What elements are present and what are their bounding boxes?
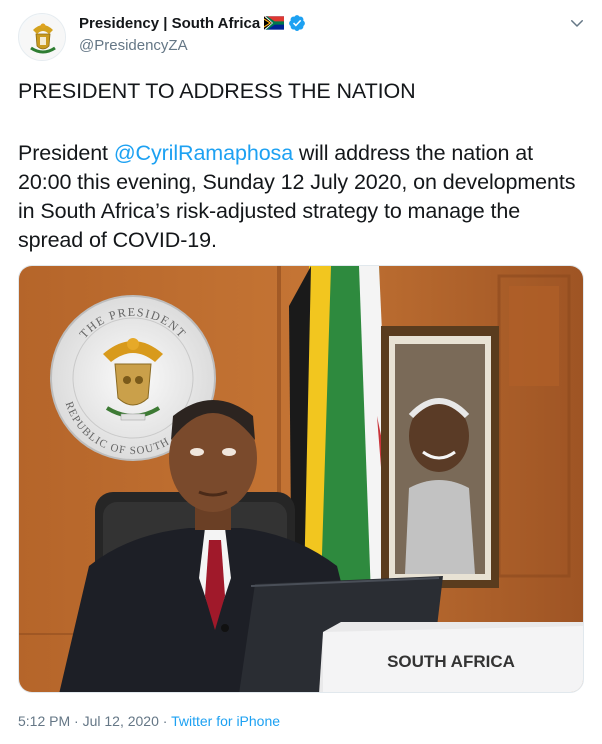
author-name-row[interactable]: Presidency | South Africa [79,14,306,32]
tweet-body: President @CyrilRamaphosa will address t… [18,139,584,255]
verified-badge-icon [289,15,306,31]
framed-portrait [381,326,499,588]
tweet-card: Presidency | South Africa @PresidencyZA … [0,0,602,744]
tweet-headline: PRESIDENT TO ADDRESS THE NATION [18,79,416,103]
tweet-time[interactable]: 5:12 PM [18,713,70,729]
name-placard: SOUTH AFRICA [319,622,583,692]
author-name[interactable]: Presidency | South Africa [79,15,260,32]
mention-link[interactable]: @CyrilRamaphosa [114,141,293,165]
tweet-body-prefix: President [18,141,114,165]
meta-separator: · [70,713,83,729]
photo-scene: THE PRESIDENT REPUBLIC OF SOUTH AFRICA [19,266,583,692]
tweet-date[interactable]: Jul 12, 2020 [83,713,159,729]
tweet-photo[interactable]: THE PRESIDENT REPUBLIC OF SOUTH AFRICA [18,265,584,693]
meta-separator-2: · [158,713,172,729]
chevron-down-icon[interactable] [568,14,586,32]
south-africa-flag-icon [264,16,285,30]
avatar[interactable] [18,13,66,61]
author-handle[interactable]: @PresidencyZA [79,37,188,54]
tweet-source-link[interactable]: Twitter for iPhone [171,713,280,729]
coat-of-arms-icon [20,15,65,60]
placard-text: SOUTH AFRICA [387,652,515,671]
tweet-meta: 5:12 PM · Jul 12, 2020 · Twitter for iPh… [18,713,280,729]
